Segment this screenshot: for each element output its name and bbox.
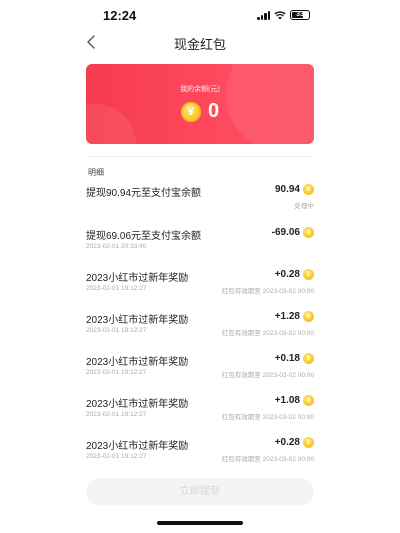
transaction-date: 2023-02-01 19:12:27	[86, 327, 147, 334]
yen-coin-icon: ¥	[303, 269, 314, 280]
transaction-note: 红包有效期至 2023-03-02 00:00	[221, 456, 314, 463]
transaction-amount: +1.08	[274, 395, 300, 406]
transaction-note: 红包有效期至 2023-03-02 00:00	[221, 288, 314, 295]
transaction-amount: +0.28	[274, 437, 300, 448]
battery-level: 33	[296, 11, 304, 18]
transaction-row[interactable]: 2023小红市过新年奖励 +0.28 ¥2023-02-01 19:12:27 红包有…	[86, 437, 314, 471]
transaction-row[interactable]: 2023小红市过新年奖励 +0.18 ¥2023-02-01 19:12:27 红包有…	[86, 353, 314, 387]
transaction-title: 2023小红市过新年奖励	[86, 315, 189, 326]
yen-coin-icon: ¥	[303, 184, 314, 195]
transaction-date: 2023-02-01 19:12:27	[86, 411, 147, 418]
divider	[86, 156, 314, 157]
transaction-title: 提现69.06元至支付宝余额	[86, 231, 202, 242]
transaction-note: 处理中	[294, 203, 315, 210]
transaction-amount-group: 90.94 ¥	[275, 184, 314, 195]
yen-coin-icon: ¥	[303, 353, 314, 364]
balance-card: 我的余额(元) ¥ 0	[86, 64, 314, 144]
transaction-title: 提现90.94元至支付宝余额	[86, 188, 202, 199]
wifi-icon	[274, 10, 286, 19]
transaction-date: 2023-02-01 19:12:27	[86, 369, 147, 376]
nav-bar: 现金红包	[0, 30, 400, 54]
transaction-row[interactable]: 2023小红市过新年奖励 +0.28 ¥2023-02-01 19:12:27 红包有…	[86, 269, 314, 303]
transaction-row[interactable]: 2023小红市过新年奖励 +1.28 ¥2023-02-01 19:12:27 红包有…	[86, 311, 314, 345]
transaction-amount-group: +0.28 ¥	[275, 437, 314, 448]
transaction-amount-group: -69.06 ¥	[272, 227, 314, 238]
cellular-signal-icon	[257, 10, 270, 20]
yen-coin-icon: ¥	[303, 311, 314, 322]
transaction-title: 2023小红市过新年奖励	[86, 273, 189, 284]
transaction-amount-group: +0.18 ¥	[275, 353, 314, 364]
transaction-amount: +0.18	[274, 353, 300, 364]
transaction-amount-group: +1.28 ¥	[275, 311, 314, 322]
home-indicator	[157, 521, 243, 525]
yen-coin-icon: ¥	[303, 395, 314, 406]
transaction-title: 2023小红市过新年奖励	[86, 399, 189, 410]
transaction-amount: +0.28	[274, 269, 300, 280]
transaction-date: 2023-02-01 19:12:27	[86, 453, 147, 460]
transaction-date: 2023-02-01 19:12:27	[86, 285, 147, 292]
transaction-row[interactable]: 提现69.06元至支付宝余额 -69.06 ¥2023-02-01 20:33:40	[86, 227, 314, 261]
status-icons: 33	[257, 10, 310, 20]
transaction-amount: 90.94	[274, 184, 300, 195]
withdraw-button[interactable]: 立即提现	[86, 478, 314, 505]
page-title: 现金红包	[173, 37, 226, 52]
transaction-row[interactable]: 提现90.94元至支付宝余额 90.94 ¥ 处理中	[86, 184, 314, 218]
transaction-row[interactable]: 2023小红市过新年奖励 +1.08 ¥2023-02-01 19:12:27 红包有…	[86, 395, 314, 429]
transaction-note: 红包有效期至 2023-03-02 00:00	[221, 414, 314, 421]
transaction-amount-group: +0.28 ¥	[275, 269, 314, 280]
yen-coin-icon: ¥	[303, 227, 314, 238]
details-section-title: 明细	[88, 168, 104, 177]
transaction-title: 2023小红市过新年奖励	[86, 357, 189, 368]
status-time: 12:24	[103, 8, 137, 23]
transaction-date: 2023-02-01 20:33:40	[86, 243, 147, 250]
yen-coin-icon: ¥	[303, 437, 314, 448]
transaction-title: 2023小红市过新年奖励	[86, 441, 189, 452]
status-bar: 12:24 33	[0, 0, 400, 30]
balance-row: ¥ 0	[86, 100, 314, 123]
transaction-note: 红包有效期至 2023-03-02 00:00	[221, 330, 314, 337]
balance-amount: 0	[207, 100, 220, 122]
transaction-amount-group: +1.08 ¥	[275, 395, 314, 406]
yen-coin-icon: ¥	[180, 101, 201, 122]
balance-label: 我的余额(元)	[180, 86, 220, 93]
transaction-amount: -69.06	[271, 227, 300, 238]
battery-icon: 33	[290, 10, 310, 20]
transaction-amount: +1.28	[274, 311, 300, 322]
transaction-note: 红包有效期至 2023-03-02 00:00	[221, 372, 314, 379]
